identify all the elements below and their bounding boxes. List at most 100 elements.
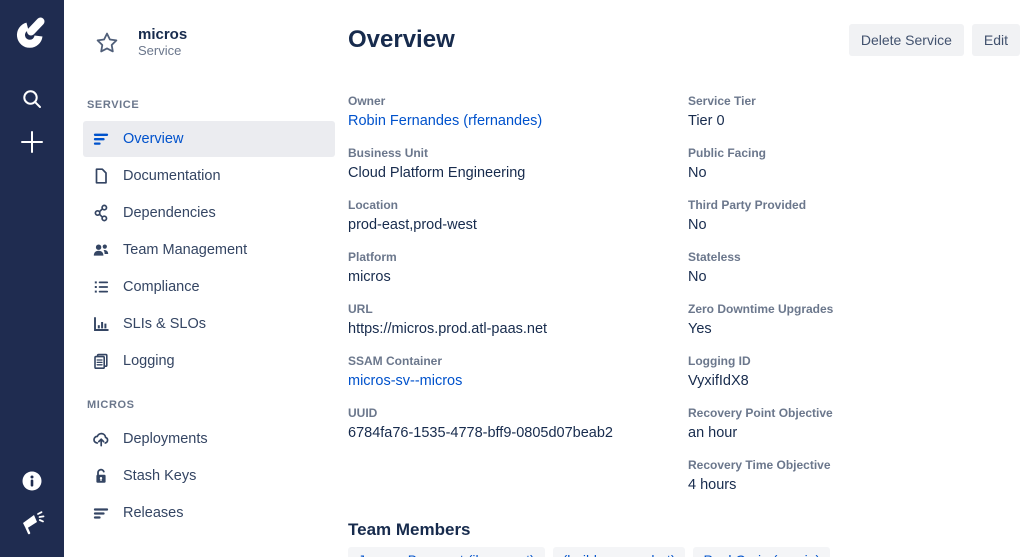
- sidebar-item-logging[interactable]: Logging: [83, 343, 335, 379]
- field-label: Third Party Provided: [688, 198, 1020, 212]
- delete-service-button[interactable]: Delete Service: [849, 24, 964, 56]
- sidebar-item-label: Overview: [123, 131, 183, 147]
- cloud-upload-icon: [92, 430, 110, 448]
- sidebar-item-stash-keys[interactable]: Stash Keys: [83, 458, 335, 494]
- app-logo-icon[interactable]: [14, 14, 50, 55]
- field-service-tier: Service Tier Tier 0: [688, 94, 1020, 146]
- fields-left-column: Owner Robin Fernandes (rfernandes) Busin…: [348, 94, 688, 510]
- service-title-block: micros Service: [138, 26, 187, 59]
- sidebar-item-dependencies[interactable]: Dependencies: [83, 195, 335, 231]
- sidebar-item-releases[interactable]: Releases: [83, 495, 335, 531]
- sidebar-item-documentation[interactable]: Documentation: [83, 158, 335, 194]
- service-type: Service: [138, 43, 187, 59]
- main-header: Overview Delete Service Edit: [348, 24, 1020, 56]
- service-header: micros Service: [64, 26, 347, 59]
- field-value: No: [688, 217, 1020, 233]
- field-value: micros: [348, 269, 688, 285]
- padlock-icon: [92, 467, 110, 485]
- document-icon: [92, 167, 110, 185]
- field-label: Service Tier: [688, 94, 1020, 108]
- field-label: SSAM Container: [348, 354, 688, 368]
- field-label: Recovery Time Objective: [688, 458, 1020, 472]
- sidebar-item-label: SLIs & SLOs: [123, 316, 206, 332]
- favorite-star-icon[interactable]: [94, 30, 120, 56]
- owner-link[interactable]: Robin Fernandes (rfernandes): [348, 113, 688, 129]
- field-value: prod-east,prod-west: [348, 217, 688, 233]
- sidebar-item-slis-slos[interactable]: SLIs & SLOs: [83, 306, 335, 342]
- sidebar-item-deployments[interactable]: Deployments: [83, 421, 335, 457]
- field-business-unit: Business Unit Cloud Platform Engineering: [348, 146, 688, 198]
- field-zero-downtime-upgrades: Zero Downtime Upgrades Yes: [688, 302, 1020, 354]
- field-label: Owner: [348, 94, 688, 108]
- section-label-service: SERVICE: [87, 99, 347, 111]
- sidebar-item-label: Documentation: [123, 168, 221, 184]
- field-label: URL: [348, 302, 688, 316]
- people-icon: [92, 241, 110, 259]
- main-content: Overview Delete Service Edit Owner Robin…: [347, 0, 1024, 557]
- sidebar-item-label: Compliance: [123, 279, 200, 295]
- info-icon[interactable]: [0, 468, 64, 494]
- sidebar-item-label: Logging: [123, 353, 175, 369]
- field-uuid: UUID 6784fa76-1535-4778-bff9-0805d07beab…: [348, 406, 688, 458]
- field-value: 4 hours: [688, 477, 1020, 493]
- field-value: VyxifIdX8: [688, 373, 1020, 389]
- numbered-list-icon: [92, 278, 110, 296]
- megaphone-icon[interactable]: [0, 508, 64, 536]
- team-members-chips: Jeremy Baumont (jbaumont) (buildeng-sox-…: [348, 547, 1020, 557]
- field-value: https://micros.prod.atl-paas.net: [348, 321, 688, 337]
- field-logging-id: Logging ID VyxifIdX8: [688, 354, 1020, 406]
- dependencies-icon: [92, 204, 110, 222]
- field-value: 6784fa76-1535-4778-bff9-0805d07beab2: [348, 425, 688, 441]
- field-recovery-time-objective: Recovery Time Objective 4 hours: [688, 458, 1020, 510]
- field-label: Location: [348, 198, 688, 212]
- sidebar-item-label: Dependencies: [123, 205, 216, 221]
- sidebar-item-overview[interactable]: Overview: [83, 121, 335, 157]
- section-label-micros: MICROS: [87, 399, 347, 411]
- service-fields: Owner Robin Fernandes (rfernandes) Busin…: [348, 94, 1020, 510]
- sidebar-item-label: Team Management: [123, 242, 247, 258]
- field-platform: Platform micros: [348, 250, 688, 302]
- sidebar-item-label: Stash Keys: [123, 468, 196, 484]
- field-value: No: [688, 165, 1020, 181]
- field-ssam-container: SSAM Container micros-sv--micros: [348, 354, 688, 406]
- sidebar-item-compliance[interactable]: Compliance: [83, 269, 335, 305]
- field-value: Tier 0: [688, 113, 1020, 129]
- sidebar: micros Service SERVICE Overview Document…: [64, 0, 347, 557]
- fields-right-column: Service Tier Tier 0 Public Facing No Thi…: [688, 94, 1020, 510]
- field-value: Yes: [688, 321, 1020, 337]
- create-plus-icon[interactable]: [0, 128, 64, 156]
- field-value: No: [688, 269, 1020, 285]
- field-label: Business Unit: [348, 146, 688, 160]
- sidebar-item-team-management[interactable]: Team Management: [83, 232, 335, 268]
- field-recovery-point-objective: Recovery Point Objective an hour: [688, 406, 1020, 458]
- field-location: Location prod-east,prod-west: [348, 198, 688, 250]
- field-stateless: Stateless No: [688, 250, 1020, 302]
- ssam-container-link[interactable]: micros-sv--micros: [348, 373, 688, 389]
- app-rail: [0, 0, 64, 557]
- field-label: UUID: [348, 406, 688, 420]
- field-value: an hour: [688, 425, 1020, 441]
- field-label: Stateless: [688, 250, 1020, 264]
- bar-chart-icon: [92, 315, 110, 333]
- field-label: Zero Downtime Upgrades: [688, 302, 1020, 316]
- overview-icon: [92, 130, 110, 148]
- sidebar-item-label: Deployments: [123, 431, 208, 447]
- field-url: URL https://micros.prod.atl-paas.net: [348, 302, 688, 354]
- search-icon[interactable]: [0, 86, 64, 112]
- field-value: Cloud Platform Engineering: [348, 165, 688, 181]
- field-label: Recovery Point Objective: [688, 406, 1020, 420]
- field-label: Public Facing: [688, 146, 1020, 160]
- team-member-chip[interactable]: Jeremy Baumont (jbaumont): [348, 547, 545, 557]
- lines-icon: [92, 504, 110, 522]
- pages-icon: [92, 352, 110, 370]
- edit-button[interactable]: Edit: [972, 24, 1020, 56]
- page-title: Overview: [348, 24, 455, 56]
- team-member-chip[interactable]: Paul Craig (pcraig): [693, 547, 830, 557]
- header-actions: Delete Service Edit: [849, 24, 1020, 56]
- field-label: Platform: [348, 250, 688, 264]
- service-name: micros: [138, 26, 187, 43]
- field-owner: Owner Robin Fernandes (rfernandes): [348, 94, 688, 146]
- sidebar-item-label: Releases: [123, 505, 183, 521]
- team-member-chip[interactable]: (buildeng-sox-bot): [553, 547, 686, 557]
- field-third-party-provided: Third Party Provided No: [688, 198, 1020, 250]
